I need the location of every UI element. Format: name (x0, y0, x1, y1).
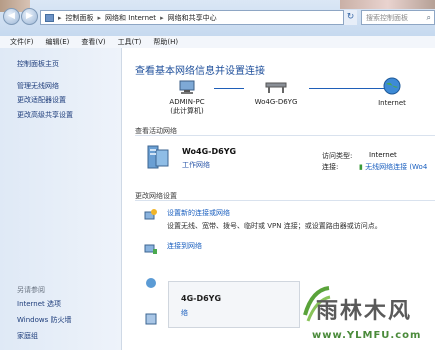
popup-network-name: 4G-D6YG (181, 294, 222, 303)
new-connection-icon (144, 209, 157, 220)
network-folder-icon (45, 13, 54, 22)
sidebar-item-internet-options[interactable]: Internet 选项 (17, 299, 61, 309)
breadcrumb-network-internet[interactable]: 网络和 Internet (105, 13, 156, 23)
access-type-value: Internet (369, 151, 397, 159)
homegroup-icon (146, 278, 156, 288)
menu-view[interactable]: 查看(V) (81, 37, 105, 47)
connection-label: 连接: (322, 163, 339, 171)
back-button[interactable]: ◀ (3, 8, 20, 25)
map-node-network[interactable]: Wo4G-D6YG (246, 80, 306, 106)
section-divider (135, 200, 435, 201)
work-network-icon (147, 145, 169, 169)
breadcrumb-control-panel[interactable]: 控制面板 (66, 13, 94, 23)
task-connect-network-title[interactable]: 连接到网络 (167, 241, 202, 251)
network-bench-icon (265, 82, 287, 93)
menu-tools[interactable]: 工具(T) (118, 37, 142, 47)
task-connect-network[interactable]: 连接到网络 (167, 241, 202, 251)
network-name-map: Wo4G-D6YG (254, 98, 298, 106)
connect-network-icon (144, 244, 157, 254)
search-icon: ⌕ (426, 12, 431, 22)
globe-icon (383, 77, 401, 95)
page-title: 查看基本网络信息并设置连接 (135, 66, 265, 77)
section-divider (135, 135, 435, 136)
computer-icon (179, 80, 195, 94)
signal-bars-icon: ▮ (359, 163, 363, 171)
watermark-text: 雨林木风 (316, 299, 413, 324)
sidebar-item-home[interactable]: 控制面板主页 (17, 59, 59, 69)
refresh-icon[interactable]: ↻ (343, 10, 357, 25)
wireless-connection-text: 无线网络连接 (Wo4 (365, 163, 428, 171)
search-placeholder: 搜索控制面板 (366, 13, 408, 22)
sidebar-item-homegroup[interactable]: 家庭组 (17, 331, 38, 341)
chevron-right-icon: ▸ (58, 13, 62, 22)
chevron-right-icon: ▸ (160, 13, 164, 22)
background-photo-strip-right (340, 0, 435, 9)
forward-button[interactable]: ▶ (21, 8, 38, 25)
sidebar-item-firewall[interactable]: Windows 防火墙 (17, 315, 71, 325)
address-bar[interactable]: ▸ 控制面板 ▸ 网络和 Internet ▸ 网络和共享中心 (40, 10, 355, 25)
map-node-internet[interactable]: Internet (372, 77, 412, 107)
popup-link[interactable]: 络 (181, 308, 188, 318)
active-network-name: Wo4G-D6YG (182, 147, 237, 156)
task-new-connection-title[interactable]: 设置新的连接或网络 (167, 208, 382, 218)
sidebar: 控制面板主页 管理无线网络 更改适配器设置 更改高级共享设置 另请参阅 Inte… (0, 48, 122, 350)
search-input[interactable]: 搜索控制面板 ⌕ (361, 10, 435, 25)
network-type-link[interactable]: 工作网络 (182, 160, 210, 170)
menu-file[interactable]: 文件(F) (10, 37, 34, 47)
sidebar-item-manage-wireless[interactable]: 管理无线网络 (17, 81, 59, 91)
wireless-connection-link[interactable]: ▮ 无线网络连接 (Wo4 (359, 162, 427, 172)
see-also-header: 另请参阅 (17, 286, 45, 294)
pc-sub: (此计算机) (170, 107, 204, 115)
map-node-pc[interactable]: ADMIN-PC (此计算机) (162, 80, 212, 116)
pc-name: ADMIN-PC (169, 98, 205, 106)
network-popup: 4G-D6YG 络 (168, 281, 300, 328)
menu-edit[interactable]: 编辑(E) (46, 37, 70, 47)
sidebar-item-adapter-settings[interactable]: 更改适配器设置 (17, 95, 66, 105)
access-type-label: 访问类型: (322, 152, 353, 160)
task-new-connection-desc: 设置无线、宽带、拨号、临时或 VPN 连接；或设置路由器或访问点。 (167, 222, 382, 230)
map-link-line (214, 88, 244, 89)
watermark-url: www.YLMFU.com (312, 330, 422, 341)
internet-label: Internet (378, 99, 406, 107)
watermark-logo: 雨林木风 www.YLMFU.com (300, 285, 435, 350)
troubleshoot-icon (145, 313, 157, 325)
chevron-right-icon: ▸ (97, 13, 102, 22)
task-new-connection[interactable]: 设置新的连接或网络 设置无线、宽带、拨号、临时或 VPN 连接；或设置路由器或访… (167, 208, 382, 231)
sidebar-item-advanced-sharing[interactable]: 更改高级共享设置 (17, 110, 73, 120)
menu-help[interactable]: 帮助(H) (153, 37, 178, 47)
window-chrome: ◀ ▶ ▸ 控制面板 ▸ 网络和 Internet ▸ 网络和共享中心 ↻ 搜索… (0, 0, 435, 37)
breadcrumb-network-center[interactable]: 网络和共享中心 (168, 13, 217, 23)
